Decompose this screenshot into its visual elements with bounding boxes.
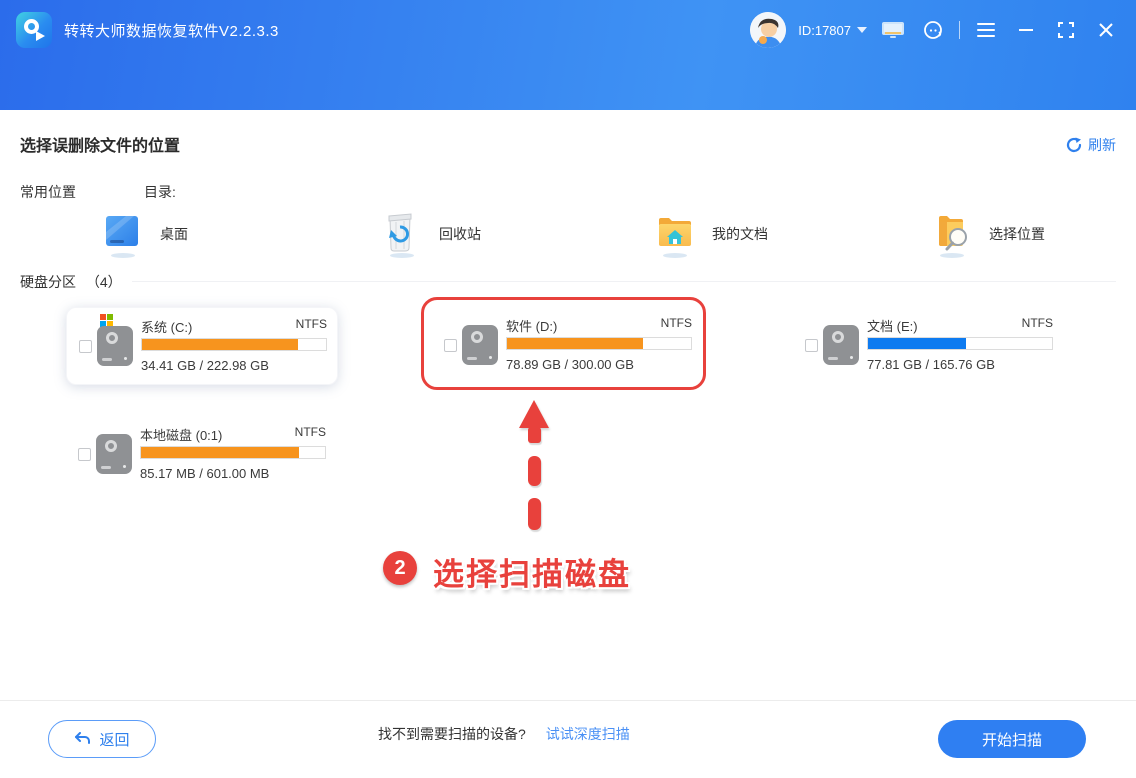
menu-icon[interactable]	[972, 16, 1000, 44]
disk-checkbox[interactable]	[805, 339, 818, 352]
location-label: 桌面	[160, 224, 188, 244]
refresh-icon	[1066, 137, 1082, 153]
disk-usage-fill	[507, 338, 643, 349]
disk-usage-bar	[140, 446, 326, 459]
disk-filesystem: NTFS	[661, 316, 692, 335]
screen-share-icon[interactable]	[879, 16, 907, 44]
my-documents-icon	[656, 212, 694, 256]
back-label: 返回	[99, 729, 129, 750]
user-avatar[interactable]	[750, 12, 786, 48]
annotation-arrow-icon	[519, 400, 549, 428]
disk-usage-text: 77.81 GB / 165.76 GB	[867, 357, 995, 372]
back-button[interactable]: 返回	[48, 720, 156, 758]
disk-usage-text: 78.89 GB / 300.00 GB	[506, 357, 634, 372]
disk-card-e[interactable]: 文档 (E:) NTFS 77.81 GB / 165.76 GB	[793, 307, 1065, 385]
annotation-label: 选择扫描磁盘	[433, 549, 631, 594]
disk-filesystem: NTFS	[295, 425, 326, 444]
annotation-arrow-stem	[528, 427, 541, 443]
hard-drive-icon	[823, 325, 859, 365]
back-arrow-icon	[74, 732, 91, 746]
disk-filesystem: NTFS	[1022, 316, 1053, 335]
common-locations-label: 常用位置	[20, 182, 76, 202]
annotation-arrow-dash	[528, 498, 541, 530]
directory-label: 目录:	[144, 182, 176, 202]
app-title: 转转大师数据恢复软件V2.2.3.3	[64, 20, 279, 41]
user-id: ID:17807	[798, 23, 851, 38]
location-label: 我的文档	[712, 224, 768, 244]
footer: 返回 找不到需要扫描的设备? 试试深度扫描 开始扫描	[0, 700, 1136, 778]
refresh-button[interactable]: 刷新	[1066, 135, 1116, 155]
close-icon[interactable]	[1092, 16, 1120, 44]
recycle-bin-icon	[383, 212, 421, 256]
hard-drive-icon	[462, 325, 498, 365]
customer-service-icon[interactable]	[919, 16, 947, 44]
location-label: 选择位置	[989, 224, 1045, 244]
disk-usage-bar	[867, 337, 1053, 350]
disk-name: 软件 (D:)	[506, 316, 557, 335]
disk-name: 本地磁盘 (0:1)	[140, 425, 222, 444]
disk-checkbox[interactable]	[78, 448, 91, 461]
disk-name: 系统 (C:)	[141, 317, 192, 336]
user-id-dropdown[interactable]: ID:17807	[798, 23, 867, 38]
page-title: 选择误删除文件的位置	[20, 132, 180, 156]
location-choose[interactable]: 选择位置	[933, 212, 1045, 256]
annotation-step-badge: 2	[383, 551, 417, 585]
location-label: 回收站	[439, 224, 481, 244]
deep-scan-link[interactable]: 试试深度扫描	[546, 724, 630, 744]
disk-card-c[interactable]: 系统 (C:) NTFS 34.41 GB / 222.98 GB	[66, 307, 338, 385]
partitions-section-label: 硬盘分区 （4）	[20, 272, 122, 292]
disk-checkbox[interactable]	[79, 340, 92, 353]
refresh-label: 刷新	[1088, 135, 1116, 155]
disk-card-local[interactable]: 本地磁盘 (0:1) NTFS 85.17 MB / 601.00 MB	[66, 416, 338, 494]
disk-name: 文档 (E:)	[867, 316, 918, 335]
start-scan-button[interactable]: 开始扫描	[938, 720, 1086, 758]
disk-usage-fill	[141, 447, 299, 458]
hard-drive-icon	[97, 326, 133, 366]
disk-usage-text: 34.41 GB / 222.98 GB	[141, 358, 269, 373]
disk-usage-fill	[142, 339, 298, 350]
hard-drive-icon	[96, 434, 132, 474]
location-recycle-bin[interactable]: 回收站	[383, 212, 481, 256]
disk-usage-bar	[141, 338, 327, 351]
desktop-icon	[104, 212, 142, 256]
section-divider	[132, 281, 1116, 282]
maximize-icon[interactable]	[1052, 16, 1080, 44]
location-desktop[interactable]: 桌面	[104, 212, 188, 256]
choose-location-icon	[933, 212, 971, 256]
disk-usage-text: 85.17 MB / 601.00 MB	[140, 466, 269, 481]
disk-filesystem: NTFS	[296, 317, 327, 336]
disk-usage-bar	[506, 337, 692, 350]
disk-usage-fill	[868, 338, 966, 349]
disk-checkbox[interactable]	[444, 339, 457, 352]
titlebar-divider	[959, 21, 960, 39]
disk-card-d[interactable]: 软件 (D:) NTFS 78.89 GB / 300.00 GB	[432, 307, 704, 385]
chevron-down-icon	[857, 27, 867, 33]
scan-hint-text: 找不到需要扫描的设备?	[378, 724, 526, 744]
app-logo-icon	[16, 12, 52, 48]
annotation-arrow-dash	[528, 456, 541, 486]
minimize-icon[interactable]	[1012, 16, 1040, 44]
location-my-documents[interactable]: 我的文档	[656, 212, 768, 256]
titlebar: 转转大师数据恢复软件V2.2.3.3 ID:17807	[0, 0, 1136, 60]
